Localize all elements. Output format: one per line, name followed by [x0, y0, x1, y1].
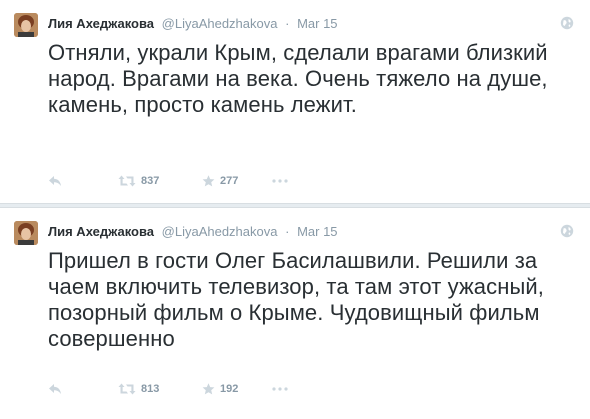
reply-icon: [48, 175, 62, 187]
retweet-icon: [118, 383, 136, 395]
retweet-button[interactable]: 837: [118, 175, 202, 187]
more-button[interactable]: [272, 387, 288, 391]
tweet-text: Отняли, украли Крым, сделали врагами бли…: [48, 40, 548, 117]
globe-icon[interactable]: [560, 16, 574, 30]
separator-dot: ·: [285, 224, 290, 239]
favorite-button[interactable]: 277: [202, 175, 272, 187]
timestamp[interactable]: Mar 15: [297, 224, 337, 239]
favorite-count[interactable]: 277: [220, 175, 238, 187]
more-icon: [272, 179, 288, 183]
retweet-button[interactable]: 813: [118, 383, 202, 395]
retweet-count[interactable]: 837: [141, 175, 159, 187]
tweet-header: Лия Ахеджакова @LiyaAhedzhakova · Mar 15: [48, 15, 338, 33]
more-icon: [272, 387, 288, 391]
separator-dot: ·: [285, 16, 290, 31]
globe-icon[interactable]: [560, 224, 574, 238]
author-handle[interactable]: @LiyaAhedzhakova: [162, 224, 278, 239]
tweet-actions: 837 277: [48, 172, 288, 190]
tweet-feed: Лия Ахеджакова @LiyaAhedzhakova · Mar 15…: [0, 0, 590, 419]
star-icon: [202, 383, 215, 395]
tweet[interactable]: Лия Ахеджакова @LiyaAhedzhakova · Mar 15…: [0, 0, 590, 203]
author-name[interactable]: Лия Ахеджакова: [48, 16, 154, 31]
retweet-icon: [118, 175, 136, 187]
avatar[interactable]: [14, 13, 38, 37]
more-button[interactable]: [272, 179, 288, 183]
star-icon: [202, 175, 215, 187]
avatar[interactable]: [14, 221, 38, 245]
reply-icon: [48, 383, 62, 395]
tweet-text: Пришел в гости Олег Басилашвили. Решили …: [48, 248, 544, 351]
tweet[interactable]: Лия Ахеджакова @LiyaAhedzhakova · Mar 15…: [0, 208, 590, 419]
favorite-count[interactable]: 192: [220, 383, 238, 395]
tweet-header: Лия Ахеджакова @LiyaAhedzhakova · Mar 15: [48, 223, 338, 241]
reply-button[interactable]: [48, 175, 118, 187]
reply-button[interactable]: [48, 383, 118, 395]
author-handle[interactable]: @LiyaAhedzhakova: [162, 16, 278, 31]
author-name[interactable]: Лия Ахеджакова: [48, 224, 154, 239]
retweet-count[interactable]: 813: [141, 383, 159, 395]
tweet-actions: 813 192: [48, 380, 288, 398]
favorite-button[interactable]: 192: [202, 383, 272, 395]
timestamp[interactable]: Mar 15: [297, 16, 337, 31]
